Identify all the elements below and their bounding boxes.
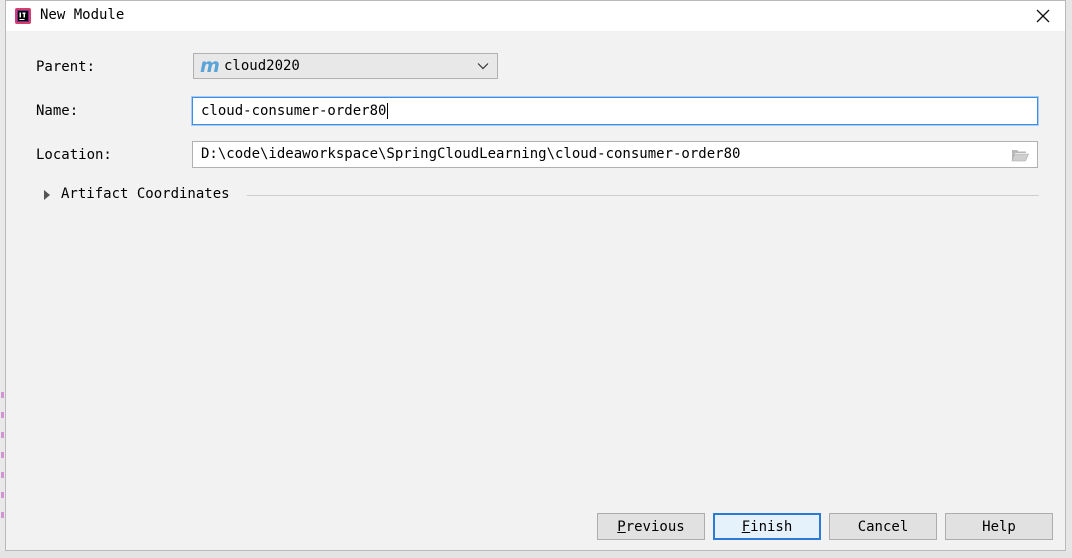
- finish-button[interactable]: Finish: [713, 513, 821, 540]
- close-icon[interactable]: [1031, 4, 1055, 28]
- artifact-coordinates-title[interactable]: Artifact Coordinates: [61, 186, 230, 202]
- cancel-button[interactable]: Cancel: [829, 513, 937, 540]
- name-field-value: cloud-consumer-order80: [201, 103, 387, 119]
- background-ide-editor: [0, 551, 1072, 558]
- gutter-mark: [1, 492, 4, 498]
- parent-label: Parent:: [36, 59, 96, 75]
- location-field-value: D:\code\ideaworkspace\SpringCloudLearnin…: [201, 146, 741, 162]
- section-divider: [247, 195, 1039, 196]
- gutter-mark: [1, 472, 4, 478]
- maven-m-icon: m: [200, 55, 220, 77]
- intellij-idea-icon: [15, 8, 31, 24]
- text-caret: [387, 103, 388, 119]
- location-field[interactable]: D:\code\ideaworkspace\SpringCloudLearnin…: [192, 141, 1038, 168]
- previous-button[interactable]: Previous: [597, 513, 705, 540]
- gutter-mark: [1, 392, 4, 398]
- new-module-dialog: New Module Parent: m cloud2020 Name: clo…: [5, 0, 1066, 551]
- name-label: Name:: [36, 103, 79, 119]
- artifact-coordinates-section[interactable]: Artifact Coordinates: [44, 185, 1039, 205]
- parent-select[interactable]: m cloud2020: [193, 53, 498, 79]
- gutter-mark: [1, 452, 4, 458]
- parent-select-value: cloud2020: [224, 58, 300, 74]
- previous-mnemonic: P: [617, 518, 626, 535]
- finish-label: inish: [750, 518, 793, 535]
- gutter-mark: [1, 512, 4, 518]
- browse-folder-icon[interactable]: [1011, 148, 1029, 162]
- location-label: Location:: [36, 147, 112, 163]
- gutter-mark: [1, 432, 4, 438]
- name-field[interactable]: cloud-consumer-order80: [192, 97, 1038, 125]
- gutter-mark: [1, 412, 4, 418]
- expand-triangle-icon[interactable]: [44, 190, 50, 200]
- dialog-title: New Module: [40, 7, 125, 23]
- previous-label: revious: [625, 518, 685, 535]
- help-button[interactable]: Help: [945, 513, 1053, 540]
- background-ide-panel: [1066, 0, 1072, 558]
- finish-mnemonic: F: [741, 518, 751, 535]
- title-bar[interactable]: New Module: [6, 1, 1065, 31]
- chevron-down-icon: [477, 63, 489, 70]
